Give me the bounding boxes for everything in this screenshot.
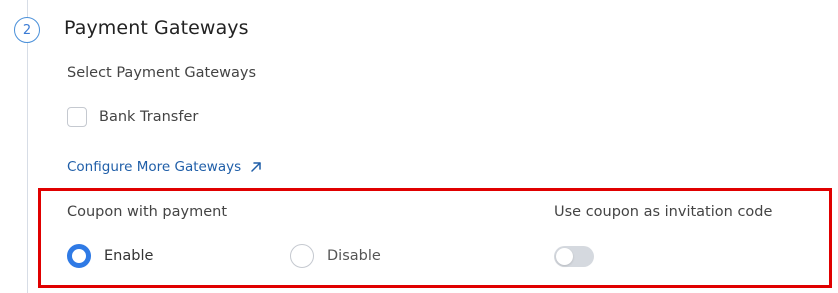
invitation-code-label: Use coupon as invitation code [554,204,773,220]
external-arrow-icon [251,162,261,172]
gateway-option-bank-transfer[interactable]: Bank Transfer [67,107,198,127]
disable-radio-label: Disable [327,248,381,264]
toggle-knob [556,248,573,265]
step-number-badge: 2 [14,17,40,43]
coupon-enable-option[interactable]: Enable [67,244,153,268]
highlight-box [38,188,832,288]
gateway-label: Bank Transfer [99,109,199,125]
bank-transfer-checkbox[interactable] [67,107,87,127]
step-connector-line [27,0,28,293]
section-title: Payment Gateways [64,17,249,39]
configure-more-gateways-link[interactable]: Configure More Gateways [67,159,263,175]
coupon-with-payment-label: Coupon with payment [67,204,228,220]
gateways-subtitle: Select Payment Gateways [67,65,257,81]
coupon-disable-option[interactable]: Disable [290,244,381,268]
configure-link-label: Configure More Gateways [67,159,242,175]
disable-radio[interactable] [290,244,314,268]
enable-radio-label: Enable [104,248,154,264]
enable-radio[interactable] [67,244,91,268]
invitation-code-toggle[interactable] [554,246,594,267]
